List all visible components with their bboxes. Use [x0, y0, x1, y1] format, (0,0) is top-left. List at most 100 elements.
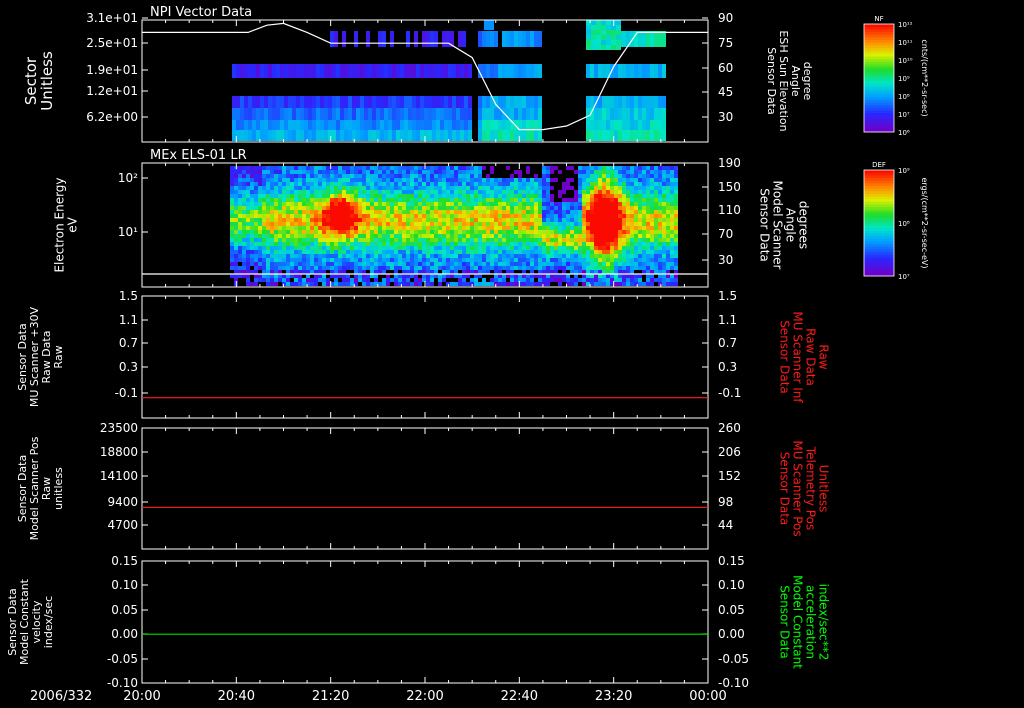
els-spectro-cell — [250, 282, 254, 286]
els-spectro-cell — [490, 238, 494, 242]
els-spectro-cell — [378, 230, 382, 234]
els-spectro-cell — [290, 246, 294, 250]
els-spectro-cell — [514, 266, 518, 270]
npi-spectro-cell — [308, 108, 312, 120]
npi-spectro-cell — [522, 120, 526, 130]
els-spectro-cell — [658, 262, 662, 266]
els-spectro-cell — [566, 226, 570, 230]
els-spectro-cell — [646, 266, 650, 270]
els-spectro-cell — [486, 190, 490, 194]
els-spectro-cell — [450, 214, 454, 218]
els-spectro-cell — [402, 226, 406, 230]
els-spectro-cell — [626, 190, 630, 194]
els-spectro-cell — [262, 258, 266, 262]
els-spectro-cell — [646, 194, 650, 198]
els-spectro-cell — [450, 178, 454, 182]
npi-spectro-cell — [468, 64, 472, 78]
els-spectro-cell — [654, 230, 658, 234]
els-spectro-cell — [666, 226, 670, 230]
els-spectro-cell — [530, 266, 534, 270]
npi-spectro-cell — [356, 120, 360, 130]
els-spectro-cell — [274, 174, 278, 178]
els-spectro-cell — [546, 174, 550, 178]
els-spectro-cell — [398, 222, 402, 226]
els-spectro-cell — [610, 254, 614, 258]
els-spectro-cell — [502, 218, 506, 222]
els-spectro-cell — [254, 194, 258, 198]
els-spectro-cell — [442, 194, 446, 198]
els-spectro-cell — [290, 166, 294, 170]
npi-spectro-cell — [462, 31, 466, 47]
els-spectro-cell — [450, 226, 454, 230]
els-spectro-cell — [546, 178, 550, 182]
els-spectro-cell — [670, 282, 674, 286]
els-spectro-cell — [366, 206, 370, 210]
els-spectro-cell — [606, 202, 610, 206]
els-spectro-cell — [466, 170, 470, 174]
npi-spectro-cell — [300, 96, 304, 108]
els-spectro-cell — [414, 254, 418, 258]
els-spectro-cell — [354, 166, 358, 170]
els-spectro-cell — [418, 250, 422, 254]
els-spectro-cell — [638, 234, 642, 238]
els-spectro-cell — [422, 198, 426, 202]
npi-spectro-cell — [468, 108, 472, 120]
els-spectro-cell — [490, 178, 494, 182]
npi-spectro-cell — [352, 96, 356, 108]
els-spectro-cell — [262, 250, 266, 254]
els-spectro-cell — [366, 218, 370, 222]
els-spectro-cell — [646, 226, 650, 230]
els-spectro-cell — [350, 242, 354, 246]
els-spectro-cell — [282, 234, 286, 238]
els-spectro-cell — [510, 222, 514, 226]
els-spectro-cell — [526, 202, 530, 206]
els-spectro-cell — [542, 246, 546, 250]
els-spectro-cell — [234, 214, 238, 218]
els-spectro-cell — [654, 218, 658, 222]
els-spectro-cell — [334, 250, 338, 254]
els-spectro-cell — [278, 202, 282, 206]
els-spectro-cell — [650, 218, 654, 222]
els-spectro-cell — [426, 210, 430, 214]
els-spectro-cell — [378, 258, 382, 262]
els-spectro-cell — [570, 166, 574, 170]
els-spectro-cell — [590, 246, 594, 250]
els-spectro-cell — [530, 222, 534, 226]
els-spectro-cell — [642, 250, 646, 254]
els-spectro-cell — [422, 238, 426, 242]
els-spectro-cell — [450, 254, 454, 258]
els-spectro-cell — [546, 182, 550, 186]
npi-spectro-cell — [372, 108, 376, 120]
els-spectro-cell — [390, 166, 394, 170]
npi-spectro-cell — [344, 108, 348, 120]
els-spectro-cell — [322, 178, 326, 182]
els-spectro-cell — [506, 214, 510, 218]
els-spectro-cell — [274, 266, 278, 270]
els-spectro-cell — [314, 254, 318, 258]
els-spectro-cell — [502, 258, 506, 262]
els-spectro-cell — [418, 174, 422, 178]
els-spectro-cell — [330, 254, 334, 258]
els-spectro-cell — [382, 202, 386, 206]
els-spectro-cell — [662, 230, 666, 234]
els-spectro-cell — [562, 242, 566, 246]
els-spectro-cell — [390, 202, 394, 206]
els-spectro-cell — [582, 210, 586, 214]
els-spectro-cell — [450, 206, 454, 210]
npi-spectro-cell — [320, 120, 324, 130]
els-spectro-cell — [518, 230, 522, 234]
els-spectro-cell — [454, 226, 458, 230]
els-spectro-cell — [286, 218, 290, 222]
els-spectro-cell — [614, 186, 618, 190]
els-spectro-cell — [414, 218, 418, 222]
els-spectro-cell — [426, 230, 430, 234]
els-spectro-cell — [482, 234, 486, 238]
els-spectro-cell — [582, 226, 586, 230]
els-spectro-cell — [290, 194, 294, 198]
npi-spectro-cell — [380, 96, 384, 108]
els-spectro-cell — [258, 198, 262, 202]
els-spectro-cell — [666, 170, 670, 174]
els-spectro-cell — [378, 202, 382, 206]
els-spectro-cell — [350, 206, 354, 210]
npi-spectro-cell — [586, 25, 591, 30]
